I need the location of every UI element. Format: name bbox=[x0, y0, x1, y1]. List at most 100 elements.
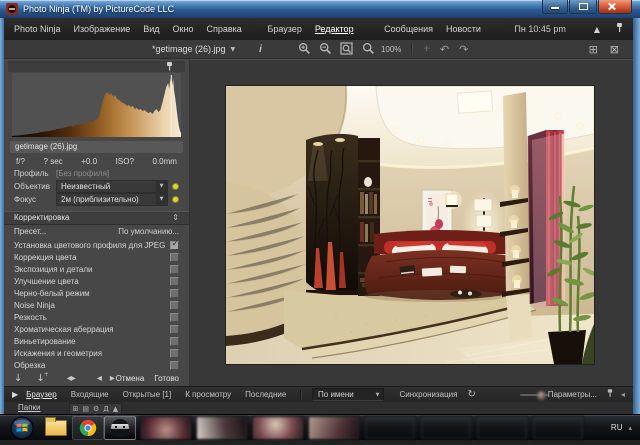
previous-image-icon[interactable]: ◂ bbox=[97, 374, 102, 384]
adjustment-checkbox[interactable] bbox=[170, 337, 179, 346]
menubar: Photo Ninja Изображение Вид Окно Справка… bbox=[4, 18, 633, 40]
adjustment-row[interactable]: Экспозиция и детали bbox=[4, 263, 189, 275]
adjustment-checkbox[interactable] bbox=[170, 289, 179, 298]
adjustment-row[interactable]: Noise Ninja bbox=[4, 299, 189, 311]
menu-messages[interactable]: Сообщения bbox=[384, 24, 433, 34]
taskbar-thumbnail[interactable] bbox=[140, 416, 192, 440]
params-button[interactable]: Параметры... bbox=[548, 390, 597, 399]
expand-browser-icon[interactable]: ▶ bbox=[12, 390, 18, 399]
language-indicator[interactable]: RU bbox=[611, 423, 629, 432]
info-icon[interactable]: i bbox=[259, 44, 262, 55]
close-button[interactable] bbox=[598, 0, 632, 14]
sync-label[interactable]: Синхронизация bbox=[400, 390, 458, 399]
maximize-button[interactable] bbox=[569, 0, 597, 14]
sync-icon[interactable]: ↻ bbox=[467, 389, 475, 400]
zoom-out-button[interactable] bbox=[319, 42, 332, 57]
grid-view-button[interactable]: ⊞ bbox=[589, 43, 598, 56]
chrome-button[interactable] bbox=[72, 416, 104, 440]
compare-icon[interactable]: ◂▸ bbox=[67, 374, 75, 384]
adjustment-checkbox[interactable] bbox=[170, 325, 179, 334]
pan-icon[interactable]: + bbox=[423, 43, 429, 55]
zoom-actual-button[interactable] bbox=[362, 42, 375, 57]
thumbnail-size-slider[interactable] bbox=[520, 394, 548, 396]
taskbar-thumbnail[interactable] bbox=[308, 416, 360, 440]
adjustment-checkbox[interactable] bbox=[170, 253, 179, 262]
adjustment-row[interactable]: Резкость bbox=[4, 311, 189, 323]
adjustment-checkbox[interactable] bbox=[170, 265, 179, 274]
close-image-button[interactable]: ⊠ bbox=[610, 43, 619, 56]
pin-icon[interactable] bbox=[616, 23, 623, 35]
clock: Пн 10:45 pm bbox=[514, 24, 565, 34]
adjustment-row[interactable]: Обрезка bbox=[4, 359, 189, 371]
adjustment-row[interactable]: Хроматическая аберрация bbox=[4, 323, 189, 335]
image-name-bar[interactable]: getimage (26).jpg bbox=[10, 141, 183, 153]
zoom-fit-button[interactable] bbox=[340, 42, 354, 57]
adjustment-row[interactable]: Улучшение цвета bbox=[4, 275, 189, 287]
tab-incoming[interactable]: Входящие bbox=[71, 390, 109, 399]
redo-button[interactable]: ↷ bbox=[459, 43, 468, 56]
taskbar-thumbnail[interactable] bbox=[196, 416, 248, 440]
adjustment-row[interactable]: Виньетирование bbox=[4, 335, 189, 347]
collapse-chevron-icon[interactable]: ◂ bbox=[621, 390, 625, 399]
tray-expand-icon[interactable]: ▴ bbox=[628, 424, 636, 432]
next-image-icon[interactable]: ▸ bbox=[110, 374, 115, 384]
tab-recent[interactable]: Последние bbox=[245, 390, 286, 399]
editor-canvas[interactable] bbox=[190, 59, 633, 386]
pin-icon[interactable] bbox=[607, 389, 613, 400]
collapse-caret-icon[interactable]: ▲ bbox=[594, 25, 600, 34]
sort-az-icon[interactable]: Д bbox=[103, 404, 108, 414]
adjustment-row[interactable]: Черно-белый режим bbox=[4, 287, 189, 299]
adjustment-checkbox[interactable] bbox=[170, 301, 179, 310]
window-titlebar[interactable]: Photo Ninja (TM) by PictureCode LLC bbox=[0, 0, 640, 18]
tab-editor-mode[interactable]: Редактор bbox=[315, 24, 354, 34]
menu-view[interactable]: Вид bbox=[143, 24, 159, 34]
tab-open[interactable]: Открытые [1] bbox=[123, 390, 172, 399]
tab-browser-mode[interactable]: Браузер bbox=[267, 24, 301, 34]
save-down-icon[interactable]: ↓ bbox=[14, 374, 22, 384]
undo-button[interactable]: ↶ bbox=[440, 43, 449, 56]
minimize-button[interactable] bbox=[542, 0, 568, 14]
menu-help[interactable]: Справка bbox=[206, 24, 241, 34]
adjustment-row[interactable]: Искажения и геометрия bbox=[4, 347, 189, 359]
adjustments-header[interactable]: Корректировка ⇕ bbox=[4, 211, 189, 225]
taskbar-thumbnail[interactable] bbox=[420, 416, 472, 440]
folders-link[interactable]: Папки bbox=[18, 403, 41, 412]
zoom-in-button[interactable] bbox=[298, 42, 311, 57]
photo-ninja-taskbar-button[interactable] bbox=[104, 416, 136, 440]
taskbar-thumbnail[interactable] bbox=[364, 416, 416, 440]
adjustment-checkbox[interactable] bbox=[170, 349, 179, 358]
gear-icon[interactable]: ⚙ bbox=[93, 404, 99, 414]
cancel-button[interactable]: Отмена bbox=[116, 374, 145, 383]
adjustment-checkbox[interactable] bbox=[170, 277, 179, 286]
tab-to-review[interactable]: К просмотру bbox=[185, 390, 231, 399]
adjustment-checkbox[interactable] bbox=[170, 313, 179, 322]
sort-dropdown[interactable]: По имени ▼ bbox=[312, 388, 383, 401]
adjustment-checkbox[interactable] bbox=[170, 361, 179, 370]
editor-image[interactable] bbox=[226, 86, 594, 364]
start-button[interactable] bbox=[10, 416, 34, 440]
menu-news[interactable]: Новости bbox=[446, 24, 481, 34]
slider-thumb[interactable] bbox=[537, 391, 546, 400]
menu-photo-ninja[interactable]: Photo Ninja bbox=[14, 24, 61, 34]
menu-window[interactable]: Окно bbox=[173, 24, 194, 34]
menu-image[interactable]: Изображение bbox=[74, 24, 131, 34]
done-button[interactable]: Готово bbox=[154, 374, 179, 383]
grid-view-icon[interactable]: ⊞ bbox=[73, 404, 79, 414]
expand-collapse-icon[interactable]: ⇕ bbox=[172, 213, 179, 222]
lens-dropdown[interactable]: Неизвестный ▼ bbox=[56, 180, 168, 193]
list-view-icon[interactable]: ▤ bbox=[82, 404, 89, 414]
window-border-right bbox=[633, 18, 640, 440]
taskbar-thumbnail[interactable] bbox=[532, 416, 584, 440]
taskbar-thumbnail[interactable] bbox=[252, 416, 304, 440]
focus-dropdown[interactable]: 2м (приблизительно) ▼ bbox=[56, 193, 168, 206]
adjustment-checkbox[interactable] bbox=[170, 241, 179, 250]
adjustment-row[interactable]: Коррекция цвета bbox=[4, 251, 189, 263]
filename-dropdown[interactable]: *getimage (26).jpg ▼ bbox=[152, 44, 235, 54]
adjustment-row[interactable]: Установка цветового профиля для JPEG bbox=[4, 239, 189, 251]
collapse-caret-icon[interactable]: ▲ bbox=[113, 404, 118, 414]
save-plus-icon[interactable]: ↓ bbox=[36, 374, 44, 384]
tab-browser[interactable]: Браузер bbox=[26, 390, 57, 399]
explorer-button[interactable] bbox=[40, 416, 72, 440]
taskbar-thumbnail[interactable] bbox=[476, 416, 528, 440]
preset-row[interactable]: Пресет... По умолчанию... bbox=[4, 225, 189, 239]
